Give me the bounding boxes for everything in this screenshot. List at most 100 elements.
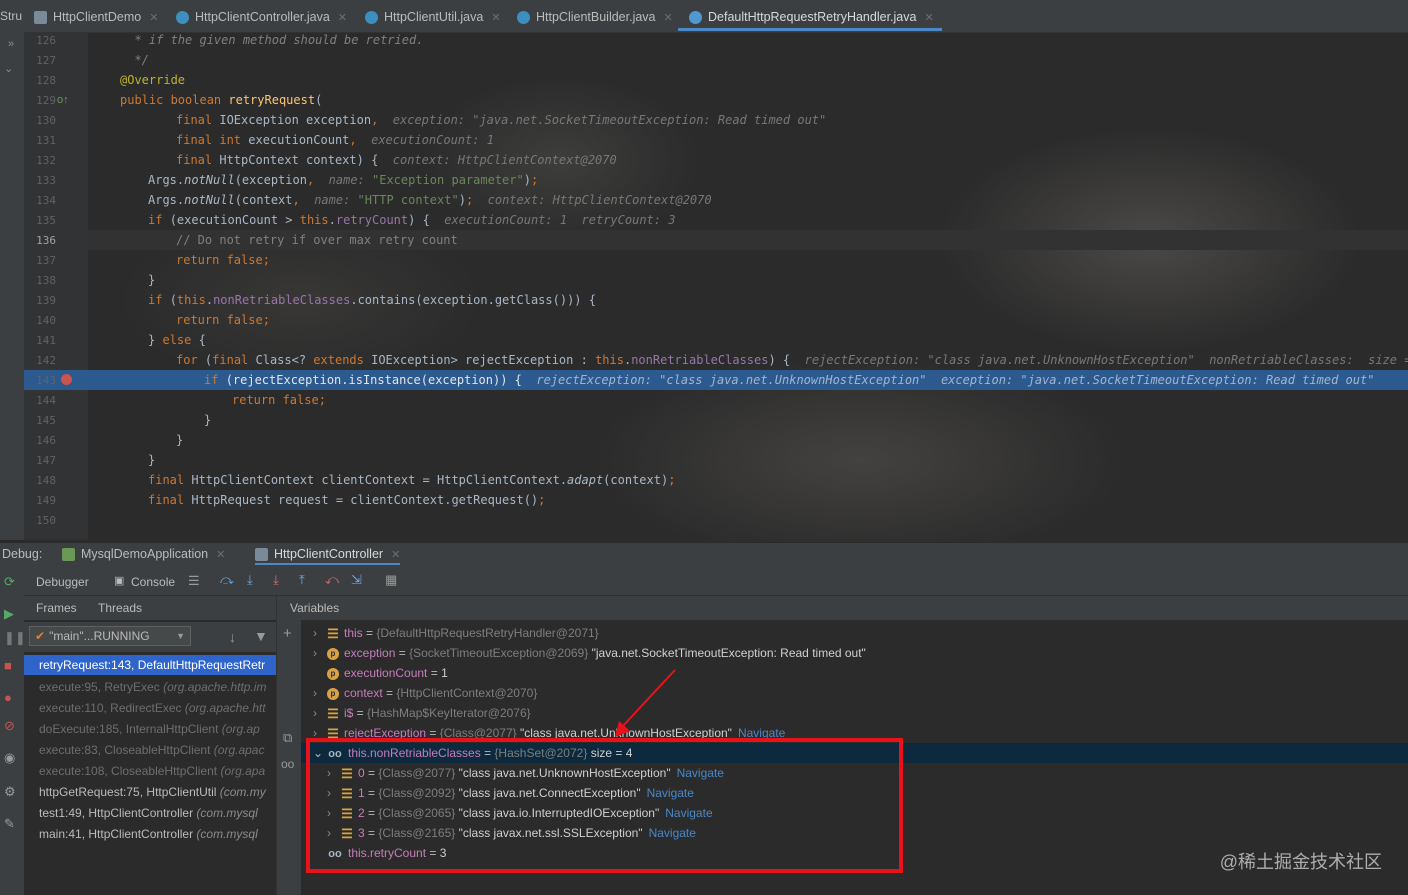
debug-session-httpclientcontroller[interactable]: HttpClientController ✕ [255,543,400,565]
override-marker-icon[interactable]: o↑ [57,94,69,106]
tab-httpclientcontroller[interactable]: HttpClientController.java ✕ [176,6,347,28]
watermark: @稀土掘金技术社区 [1219,852,1382,872]
close-icon[interactable]: ✕ [664,11,673,24]
tab-console[interactable]: Console [131,575,175,589]
tab-httpclientbuilder[interactable]: HttpClientBuilder.java ✕ [517,6,673,28]
drop-frame-icon[interactable]: ⤺ [325,572,339,588]
filter-icon[interactable]: ▼ [254,628,268,644]
line-number: 142 [36,354,56,367]
tab-label: HttpClientController.java [195,10,330,24]
variables-header [277,596,1408,620]
line-number: 127 [36,54,56,67]
field-icon: ☰ [327,705,339,721]
step-over-icon[interactable]: ⤼ [220,572,234,588]
evaluate-expression-icon[interactable]: ▦ [385,572,397,588]
code-line: return false; [176,253,270,267]
line-number: 133 [36,174,56,187]
code-line: } [204,413,212,427]
tab-label: HttpClientDemo [53,10,142,24]
code-line: return false; [176,313,270,327]
variable-row[interactable]: p executionCount = 1 [313,666,448,680]
code-line: final HttpClientContext clientContext = … [148,473,676,487]
line-number: 139 [36,294,56,307]
expand-icon[interactable]: » [8,38,14,50]
code-line: Args.notNull(exception, name: "Exception… [148,173,539,187]
thread-dropdown[interactable]: ✔ "main"...RUNNING ▼ [29,626,191,646]
tab-debugger[interactable]: Debugger [36,575,89,589]
step-out-icon[interactable]: ⤒ [299,572,305,588]
code-line: } [148,273,156,287]
line-number: 131 [36,134,56,147]
parameter-icon: p [327,667,339,680]
run-to-cursor-icon[interactable]: ⇲ [351,572,362,588]
variable-row[interactable]: › p exception = {SocketTimeoutException@20… [313,646,866,660]
line-number: 138 [36,274,56,287]
chevron-down-icon: ▼ [176,631,185,641]
line-number: 132 [36,154,56,167]
watches-icon[interactable]: oo [281,757,294,771]
active-session-indicator [255,563,400,565]
tab-defaulthttprequestretryhandler[interactable]: DefaultHttpRequestRetryHandler.java ✕ [689,6,934,28]
mute-breakpoints-icon[interactable]: ⊘ [4,718,15,734]
parameter-icon: p [327,647,339,660]
line-number: 146 [36,434,56,447]
tab-frames[interactable]: Frames [36,601,77,615]
stop-icon[interactable]: ■ [4,658,12,673]
tab-threads[interactable]: Threads [98,601,142,615]
session-label: MysqlDemoApplication [81,547,209,561]
structure-tool-label[interactable]: Stru [0,9,22,23]
debug-session-mysqldemoapplication[interactable]: MysqlDemoApplication ✕ [62,543,225,565]
variable-row[interactable]: › p context = {HttpClientContext@2070} [313,686,537,700]
tab-httpclientdemo[interactable]: HttpClientDemo ✕ [34,6,158,28]
variable-row[interactable]: › ☰ i$ = {HashMap$KeyIterator@2076} [313,706,531,720]
stack-frame[interactable]: execute:95, RetryExec (org.apache.http.i… [39,680,266,694]
stack-frame[interactable]: execute:83, CloseableHttpClient (org.apa… [39,743,264,757]
close-icon[interactable]: ✕ [491,11,500,24]
close-icon[interactable]: ✕ [924,11,933,24]
debug-label: Debug: [2,547,43,561]
inline-hint: executionCount: 1 retryCount: 3 [444,213,676,227]
chevron-down-icon[interactable]: ⌄ [4,62,13,75]
tab-label: DefaultHttpRequestRetryHandler.java [708,10,917,24]
line-number: 148 [36,474,56,487]
code-line: // Do not retry if over max retry count [176,233,458,247]
code-line: * if the given method should be retried. [120,33,424,47]
step-into-icon[interactable]: ⤓ [247,572,253,588]
arrow-down-icon[interactable]: ↓ [229,629,236,645]
stack-frame[interactable]: doExecute:185, InternalHttpClient (org.a… [39,722,260,736]
close-icon[interactable]: ✕ [391,548,400,561]
force-step-into-icon[interactable]: ⤓ [273,572,279,588]
annotation-arrow-icon [615,669,676,737]
variable-row[interactable]: › ☰ this = {DefaultHttpRequestRetryHandler… [313,626,599,640]
tab-httpclientutil[interactable]: HttpClientUtil.java ✕ [365,6,501,28]
code-line: for (final Class<? extends IOException> … [176,353,1408,367]
pause-icon[interactable]: ❚❚ [4,630,26,646]
expand-arrow-icon: › [313,626,317,640]
session-label: HttpClientController [274,547,384,561]
rerun-icon[interactable]: ⟳ [4,574,15,590]
view-breakpoints-icon[interactable]: ● [4,690,12,705]
inline-hint: executionCount: 1 [371,133,494,147]
close-icon[interactable]: ✕ [338,11,347,24]
breakpoint-icon[interactable] [61,374,72,385]
add-watch-icon[interactable]: + [283,625,292,642]
stack-frame[interactable]: main:41, HttpClientController (com.mysql [39,827,258,841]
stack-frame[interactable]: httpGetRequest:75, HttpClientUtil (com.m… [39,785,266,799]
stack-frame[interactable]: execute:108, CloseableHttpClient (org.ap… [39,764,265,778]
line-number: 128 [36,74,56,87]
line-number: 130 [36,114,56,127]
resume-icon[interactable]: ▶ [4,606,14,622]
code-line-current-execution: if (rejectException.isInstance(exception… [204,373,1375,387]
stack-frame[interactable]: execute:110, RedirectExec (org.apache.ht… [39,701,266,715]
close-icon[interactable]: ✕ [216,548,225,561]
inline-hint: context: HttpClientContext@2070 [487,193,712,207]
copy-icon[interactable]: ⧉ [283,730,292,746]
show-execution-point-icon[interactable]: ☰ [188,573,200,589]
settings-icon[interactable]: ⚙ [4,784,16,800]
camera-icon[interactable]: ◉ [4,750,15,766]
stack-frame[interactable]: test1:49, HttpClientController (com.mysq… [39,806,258,820]
stack-frame[interactable]: retryRequest:143, DefaultHttpRequestRetr [39,658,265,672]
tab-label: HttpClientBuilder.java [536,10,656,24]
close-icon[interactable]: ✕ [149,11,158,24]
pin-icon[interactable]: ✎ [4,816,15,832]
